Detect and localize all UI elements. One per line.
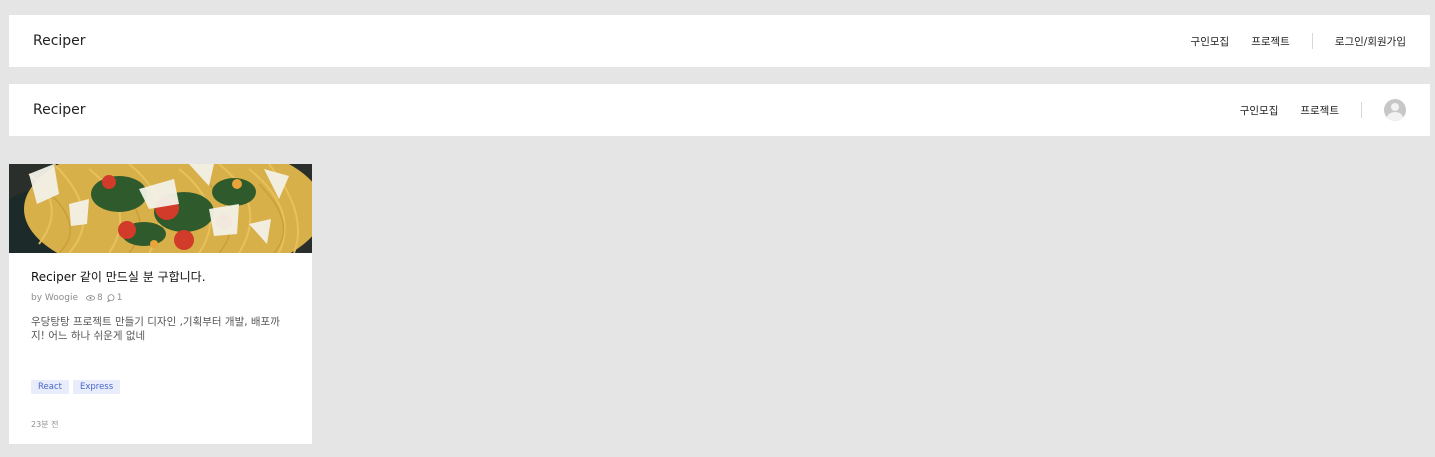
card-timestamp: 23분 전	[31, 420, 59, 429]
tag-list: React Express	[31, 380, 124, 394]
card-body: Reciper 같이 만드실 분 구합니다. by Woogie 8 1 우당탕…	[9, 253, 312, 444]
card-title[interactable]: Reciper 같이 만드실 분 구합니다.	[31, 268, 290, 285]
card-author: by Woogie	[31, 293, 79, 303]
nav-divider	[1311, 33, 1313, 49]
navbar-guest: Reciper 구인모집 프로젝트 로그인/회원가입	[9, 15, 1430, 67]
avatar-shoulders	[1387, 112, 1403, 121]
card-meta: by Woogie 8 1	[31, 293, 127, 303]
pasta-photo	[9, 164, 312, 253]
logo[interactable]: Reciper	[33, 102, 86, 118]
user-avatar-icon[interactable]	[1384, 99, 1406, 121]
logo[interactable]: Reciper	[33, 33, 86, 49]
comment-icon	[106, 294, 115, 302]
nav-divider	[1361, 102, 1362, 118]
eye-icon	[86, 295, 96, 301]
nav-link-recruit[interactable]: 구인모집	[1191, 34, 1230, 49]
tag-react[interactable]: React	[31, 380, 69, 394]
nav-menu: 구인모집 프로젝트	[1240, 84, 1406, 136]
avatar-head	[1391, 103, 1399, 111]
tag-express[interactable]: Express	[72, 380, 121, 394]
view-count: 8	[97, 293, 103, 303]
nav-menu: 구인모집 프로젝트 로그인/회원가입	[1191, 15, 1406, 67]
navbar-user: Reciper 구인모집 프로젝트	[9, 84, 1430, 136]
comment-count: 1	[116, 293, 123, 303]
nav-link-projects[interactable]: 프로젝트	[1300, 103, 1339, 118]
project-card[interactable]: Reciper 같이 만드실 분 구합니다. by Woogie 8 1 우당탕…	[9, 164, 312, 444]
nav-link-recruit[interactable]: 구인모집	[1240, 103, 1279, 118]
card-description: 우당탕탕 프로젝트 만들기 디자인 ,기획부터 개발, 배포까지! 어느 하나 …	[31, 316, 280, 342]
nav-link-projects[interactable]: 프로젝트	[1251, 34, 1290, 49]
login-signup-link[interactable]: 로그인/회원가입	[1335, 34, 1406, 49]
